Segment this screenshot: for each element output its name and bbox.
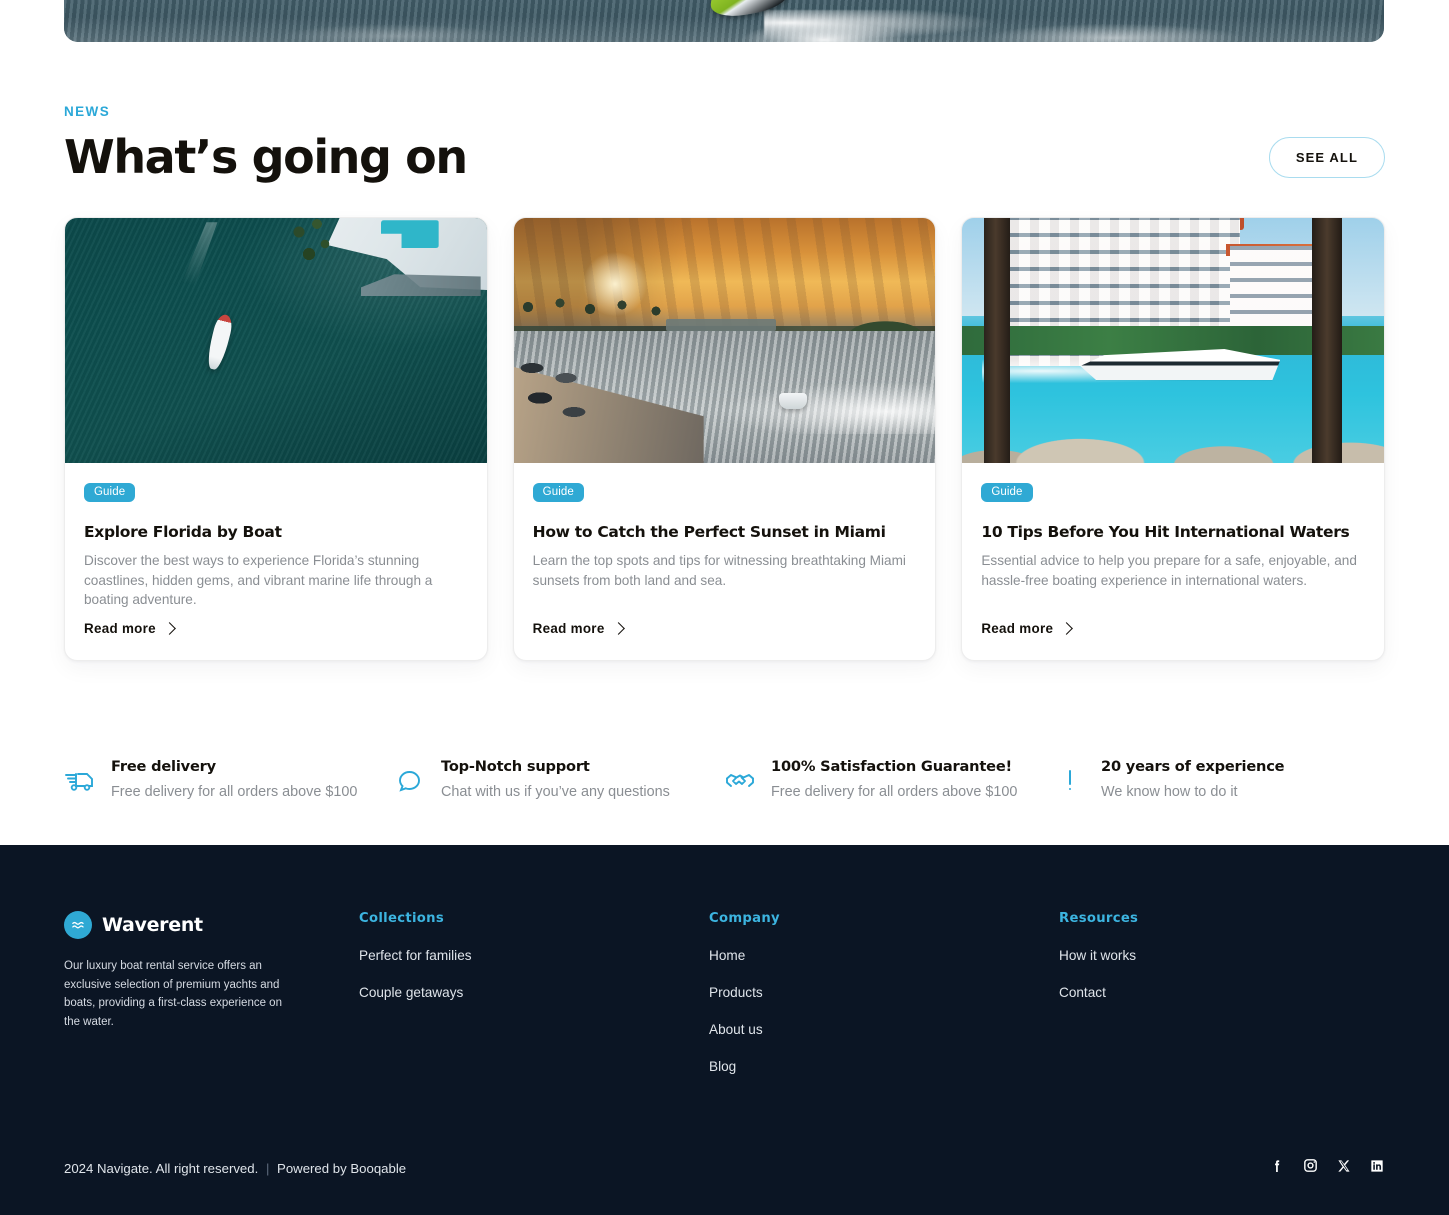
card-description: Essential advice to help you prepare for… — [981, 553, 1357, 588]
chevron-right-icon — [163, 622, 176, 636]
feature-support: Top-Notch support Chat with us if you’ve… — [394, 758, 724, 800]
read-more-label: Read more — [981, 621, 1054, 637]
chevron-right-icon — [1060, 622, 1074, 636]
dock-shape — [360, 274, 481, 297]
news-section: NEWS What’s going on SEE ALL Guide Explo… — [0, 46, 1449, 662]
feature-title: 20 years of experience — [1101, 758, 1285, 775]
news-card[interactable]: Guide 10 Tips Before You Hit Internation… — [961, 217, 1385, 662]
footer-link[interactable]: Contact — [1059, 985, 1385, 1000]
footer-brand-row[interactable]: Waverent — [64, 911, 359, 939]
feature-free-delivery: Free delivery Free delivery for all orde… — [64, 758, 394, 800]
powered-by-label: Powered by Booqable — [277, 1160, 407, 1176]
footer-link[interactable]: Couple getaways — [359, 985, 709, 1000]
delivery-truck-icon — [64, 765, 96, 797]
palm-trunk-right — [1311, 218, 1342, 464]
read-more-link[interactable]: Read more — [84, 621, 468, 636]
page-title: What’s going on — [64, 130, 468, 184]
boat-shape — [204, 313, 235, 372]
palm-trunk-left — [984, 218, 1011, 464]
card-image-sunset-canal — [513, 218, 936, 464]
section-eyebrow: NEWS — [64, 104, 111, 119]
card-title: Explore Florida by Boat — [84, 523, 282, 542]
palm-row — [515, 296, 696, 361]
feature-title: Free delivery — [111, 758, 216, 775]
footer-columns: Waverent Our luxury boat rental service … — [64, 845, 1385, 1074]
feature-subtitle: We know how to do it — [1101, 784, 1238, 800]
separator: | — [265, 1160, 270, 1176]
read-more-label: Read more — [532, 621, 605, 637]
boat-wake — [699, 377, 936, 434]
page-root: NEWS What’s going on SEE ALL Guide Explo… — [0, 0, 1449, 1215]
feature-subtitle: Chat with us if you’ve any questions — [441, 784, 670, 800]
footer-column-heading: Resources — [1059, 911, 1139, 926]
copyright-text: 2024 Navigate. All right reserved. | Pow… — [64, 1161, 406, 1176]
feature-subtitle: Free delivery for all orders above $100 — [111, 784, 358, 800]
facebook-icon[interactable] — [1269, 1158, 1285, 1179]
hero-spray — [764, 10, 1014, 42]
news-card-grid: Guide Explore Florida by Boat Discover t… — [64, 217, 1385, 662]
chat-bubble-icon — [394, 765, 426, 797]
feature-experience: 20 years of experience We know how to do… — [1054, 758, 1384, 800]
linkedin-icon[interactable] — [1369, 1158, 1385, 1179]
footer-link[interactable]: About us — [709, 1022, 1059, 1037]
parked-cars — [517, 360, 668, 421]
section-header-row: What’s going on SEE ALL — [64, 133, 1385, 181]
feature-subtitle: Free delivery for all orders above $100 — [771, 784, 1018, 800]
status-badge: Guide — [84, 483, 136, 503]
feature-title: 100% Satisfaction Guarantee! — [771, 758, 1012, 775]
brand-description: Our luxury boat rental service offers an… — [64, 960, 282, 1028]
palm-cluster — [290, 218, 337, 287]
status-badge: Guide — [532, 483, 584, 503]
footer-link[interactable]: Blog — [709, 1059, 1059, 1074]
boat-wake — [164, 222, 218, 327]
exclamation-badge-icon — [1054, 765, 1086, 797]
read-more-link[interactable]: Read more — [981, 621, 1365, 636]
status-badge: Guide — [981, 483, 1033, 503]
footer-column-resources: Resources How it works Contact — [1059, 911, 1385, 1074]
read-more-link[interactable]: Read more — [533, 621, 917, 636]
x-twitter-icon[interactable] — [1336, 1158, 1352, 1179]
boat-shape — [779, 393, 808, 410]
footer-column-heading: Company — [709, 911, 780, 926]
feature-title: Top-Notch support — [441, 758, 590, 775]
news-card[interactable]: Guide Explore Florida by Boat Discover t… — [64, 217, 488, 662]
features-row: Free delivery Free delivery for all orde… — [64, 758, 1384, 800]
footer-link[interactable]: Perfect for families — [359, 948, 709, 963]
see-all-button[interactable]: SEE ALL — [1268, 136, 1385, 178]
social-links — [1269, 1157, 1385, 1179]
footer-link[interactable]: Products — [709, 985, 1059, 1000]
hero-banner-strip — [64, 0, 1384, 42]
footer-column-company: Company Home Products About us Blog — [709, 911, 1059, 1074]
brand-name: Waverent — [102, 914, 203, 936]
instagram-icon[interactable] — [1302, 1157, 1319, 1179]
card-title: How to Catch the Perfect Sunset in Miami — [532, 523, 886, 542]
footer-column-collections: Collections Perfect for families Couple … — [359, 911, 709, 1074]
footer-link[interactable]: Home — [709, 948, 1059, 963]
footer-bottom-bar: 2024 Navigate. All right reserved. | Pow… — [64, 1157, 1385, 1179]
card-image-boat-aerial — [65, 218, 487, 464]
footer-link[interactable]: How it works — [1059, 948, 1385, 963]
footer-column-heading: Collections — [359, 911, 444, 926]
card-title: 10 Tips Before You Hit International Wat… — [981, 523, 1350, 542]
site-footer: Waverent Our luxury boat rental service … — [0, 845, 1449, 1215]
chevron-right-icon — [611, 622, 625, 636]
handshake-icon — [724, 765, 756, 797]
card-image-yacht-condo — [962, 218, 1384, 464]
copyright-label: 2024 Navigate. All right reserved. — [64, 1160, 259, 1176]
news-card[interactable]: Guide How to Catch the Perfect Sunset in… — [512, 217, 937, 662]
read-more-label: Read more — [84, 621, 156, 637]
wave-circle-logo-icon — [64, 911, 92, 939]
card-description: Learn the top spots and tips for witness… — [532, 553, 906, 588]
feature-guarantee: 100% Satisfaction Guarantee! Free delive… — [724, 758, 1054, 800]
card-description: Discover the best ways to experience Flo… — [84, 553, 433, 608]
footer-brand-block: Waverent Our luxury boat rental service … — [64, 911, 359, 1074]
